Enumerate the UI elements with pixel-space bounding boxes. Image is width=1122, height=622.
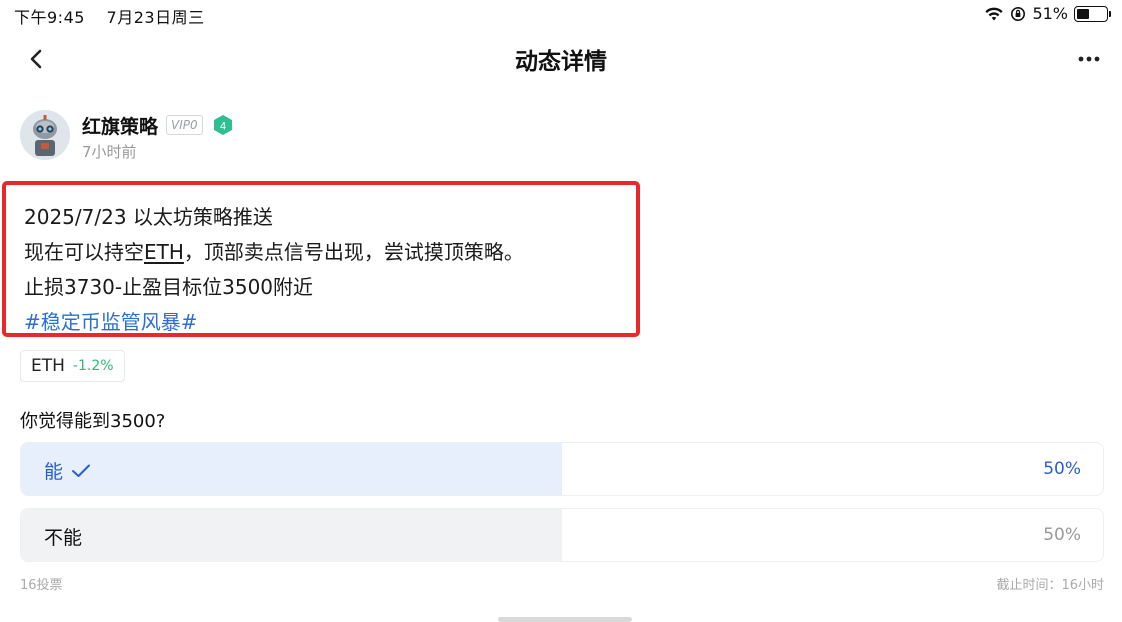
status-time: 下午9:45: [14, 8, 85, 27]
poll-result-bar: [21, 509, 562, 561]
checkmark-icon: [72, 464, 91, 477]
poll-option-label: 能: [44, 457, 91, 484]
home-indicator[interactable]: [498, 617, 632, 622]
battery-icon: [1074, 5, 1111, 22]
status-bar: 下午9:45 7月23日周三 51%: [0, 0, 1122, 28]
author-name[interactable]: 红旗策略: [82, 112, 158, 139]
post-line-signal-pre: 现在可以持空: [24, 240, 144, 264]
vip-badge: VIP0: [166, 115, 203, 135]
wifi-icon: [985, 7, 1004, 20]
more-horizontal-icon[interactable]: [1074, 44, 1104, 74]
poll-option-no[interactable]: 不能 50%: [20, 508, 1104, 562]
orientation-lock-icon: [1011, 6, 1026, 21]
more-button[interactable]: [1074, 44, 1104, 74]
coin-symbol: ETH: [31, 356, 65, 376]
poll-option-yes[interactable]: 能 50%: [20, 442, 1104, 496]
post-content-highlight: 2025/7/23 以太坊策略推送 现在可以持空ETH，顶部卖点信号出现，尝试摸…: [2, 181, 640, 337]
status-time-date: 下午9:45 7月23日周三: [14, 4, 221, 28]
post-line-signal: 现在可以持空ETH，顶部卖点信号出现，尝试摸顶策略。: [24, 236, 524, 265]
vote-count: 16投票: [20, 578, 63, 593]
poll-option-label: 不能: [44, 523, 82, 550]
post-time: 7小时前: [82, 143, 137, 161]
post-line-signal-post: ，顶部卖点信号出现，尝试摸顶策略。: [183, 240, 524, 264]
level-badge: 4: [212, 114, 234, 136]
level-number: 4: [220, 121, 226, 133]
poll-option-percent: 50%: [1043, 459, 1081, 479]
status-date: 7月23日周三: [106, 8, 205, 27]
poll-question: 你觉得能到3500?: [20, 411, 166, 432]
poll-option-text: 不能: [44, 527, 83, 549]
post-line-targets: 止损3730-止盈目标位3500附近: [24, 275, 314, 299]
level-hexagon-icon: 4: [214, 115, 232, 135]
avatar[interactable]: [20, 110, 70, 160]
poll-deadline: 截止时间：16小时: [996, 578, 1104, 593]
poll-option-text: 能: [44, 461, 64, 483]
poll-option-percent: 50%: [1043, 525, 1081, 545]
robot-avatar-icon: [20, 110, 70, 160]
coin-tag[interactable]: ETH -1.2%: [20, 350, 125, 382]
battery-fill: [1077, 8, 1090, 19]
status-indicators: 51%: [984, 4, 1111, 23]
coin-change: -1.2%: [72, 358, 114, 374]
battery-percent: 51%: [1032, 4, 1068, 23]
hashtag-link[interactable]: #稳定币监管风暴#: [24, 306, 198, 335]
nav-bar: 动态详情: [0, 36, 1122, 80]
page-title: 动态详情: [515, 49, 607, 75]
poll-result-bar: [21, 443, 562, 495]
post-line-title: 2025/7/23 以太坊策略推送: [24, 205, 273, 229]
eth-mention-link[interactable]: ETH: [144, 240, 184, 264]
